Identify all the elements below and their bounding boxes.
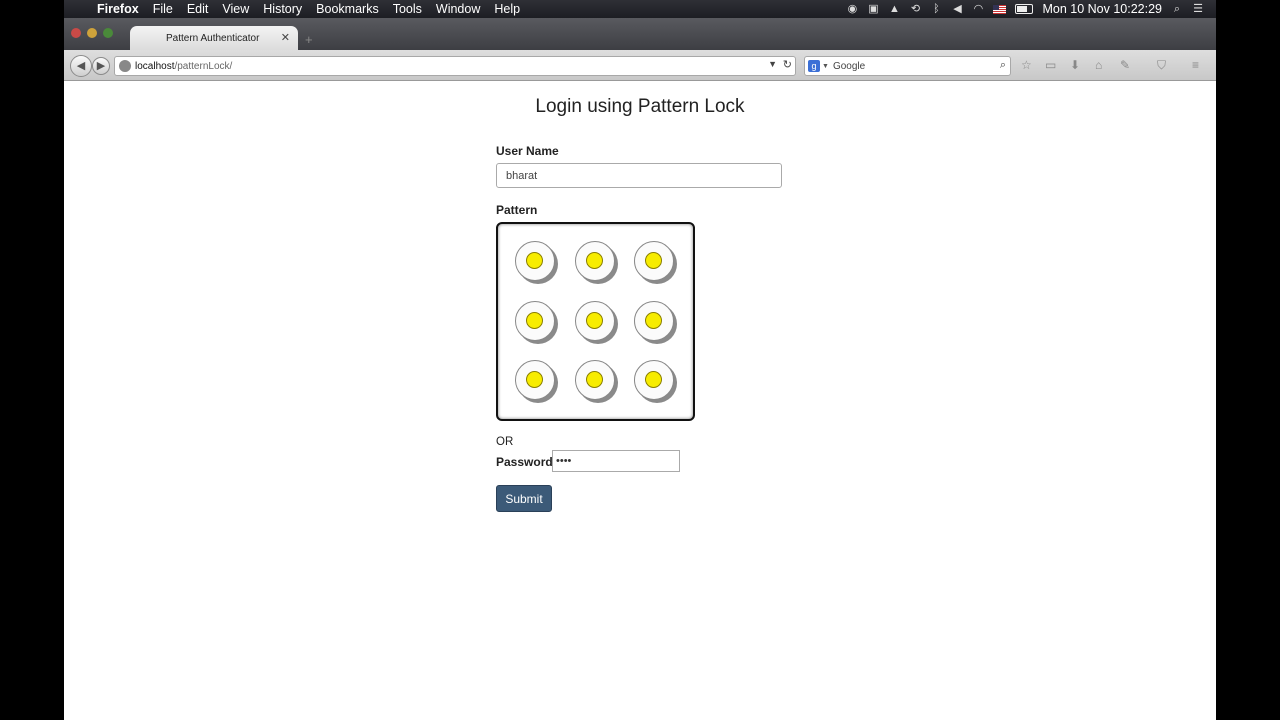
pattern-label: Pattern [496,203,538,217]
url-text: localhost/patternLock/ [135,61,232,72]
search-engine-dropdown-icon[interactable]: ▼ [822,63,829,70]
close-window-button[interactable] [71,28,81,38]
sync-icon[interactable]: ⟲ [909,3,921,15]
tab-close-icon[interactable]: ✕ [281,31,290,44]
menu-edit[interactable]: Edit [180,2,216,16]
google-icon[interactable]: g [808,60,820,72]
pattern-dot[interactable] [515,300,558,344]
username-label: User Name [496,144,559,158]
search-icon[interactable]: ⌕ [1000,59,1006,72]
menu-window[interactable]: Window [429,2,487,16]
menu-bookmarks[interactable]: Bookmarks [309,2,386,16]
password-label: Password [496,455,553,469]
spotlight-icon[interactable]: ⌕ [1171,3,1183,15]
pattern-dot[interactable] [515,360,558,403]
page-content: Login using Pattern Lock User Name Patte… [64,81,1216,720]
url-bar[interactable]: localhost/patternLock/ ▼ ↻ [114,56,796,76]
back-button[interactable]: ◀ [70,55,92,77]
menu-file[interactable]: File [146,2,180,16]
submit-button[interactable]: Submit [496,485,552,512]
shield-icon[interactable]: ⛉ [1157,58,1166,73]
pattern-dot[interactable] [574,300,618,344]
menu-tools[interactable]: Tools [386,2,429,16]
history-dropdown-icon[interactable]: ▼ [768,59,777,69]
navigation-bar: ◀ ▶ localhost/patternLock/ ▼ ↻ g ▼ Googl… [64,50,1216,81]
record-icon[interactable]: ◉ [846,3,858,15]
minimize-window-button[interactable] [87,28,97,38]
battery-icon[interactable] [1015,4,1034,14]
search-engine-placeholder: Google [832,60,866,72]
downloads-icon[interactable]: ⬇ [1070,58,1080,72]
menu-bar: Firefox File Edit View History Bookmarks… [64,0,1216,18]
pattern-lock-grid[interactable] [496,222,695,421]
hamburger-menu-icon[interactable]: ≡ [1192,58,1199,72]
forward-button[interactable]: ▶ [92,57,110,75]
volume-icon[interactable]: ◀ [951,3,963,15]
menu-view[interactable]: View [215,2,256,16]
zoom-window-button[interactable] [103,28,113,38]
clock[interactable]: Mon 10 Nov 10:22:29 [1042,2,1162,16]
pattern-dot[interactable] [634,360,677,403]
new-tab-icon[interactable]: + [305,32,313,47]
url-path: /patternLock/ [174,60,233,72]
pattern-dot[interactable] [574,360,618,403]
pattern-dot[interactable] [574,241,618,284]
notification-icon[interactable]: ▲ [888,3,900,15]
bookmark-star-icon[interactable]: ☆ [1021,58,1032,72]
tab-pattern-authenticator[interactable]: Pattern Authenticator ✕ [130,26,298,50]
bluetooth-icon[interactable]: ᛒ [930,3,942,15]
notification-center-icon[interactable]: ☰ [1192,3,1204,15]
menu-history[interactable]: History [256,2,309,16]
url-host: localhost [135,60,175,72]
menu-app-name[interactable]: Firefox [90,2,146,16]
page-title: Login using Pattern Lock [535,96,745,117]
finder-icon[interactable]: ▣ [867,3,879,15]
site-identity-icon[interactable] [119,60,131,72]
username-input[interactable] [496,163,782,188]
or-separator: OR [496,436,514,448]
menu-help[interactable]: Help [487,2,527,16]
tab-title: Pattern Authenticator [166,32,260,44]
home-icon[interactable]: ⌂ [1095,58,1102,72]
search-bar[interactable]: g ▼ Google ⌕ [804,56,1011,76]
pattern-dot[interactable] [634,300,677,344]
password-input[interactable] [552,450,680,472]
wifi-icon[interactable]: ◠ [972,3,984,15]
reload-icon[interactable]: ↻ [783,58,792,71]
flag-icon[interactable] [993,4,1007,14]
pattern-dot[interactable] [634,241,677,284]
tab-bar: Pattern Authenticator ✕ + [64,18,1216,50]
screen: Firefox File Edit View History Bookmarks… [64,0,1216,720]
bookmarks-menu-icon[interactable]: ▭ [1045,58,1056,72]
status-tray: ◉ ▣ ▲ ⟲ ᛒ ◀ ◠ Mon 10 Nov 10:22:29 ⌕ ☰ [846,2,1216,16]
addon-icon[interactable]: ✎ [1120,58,1130,72]
pattern-dot[interactable] [515,241,558,284]
